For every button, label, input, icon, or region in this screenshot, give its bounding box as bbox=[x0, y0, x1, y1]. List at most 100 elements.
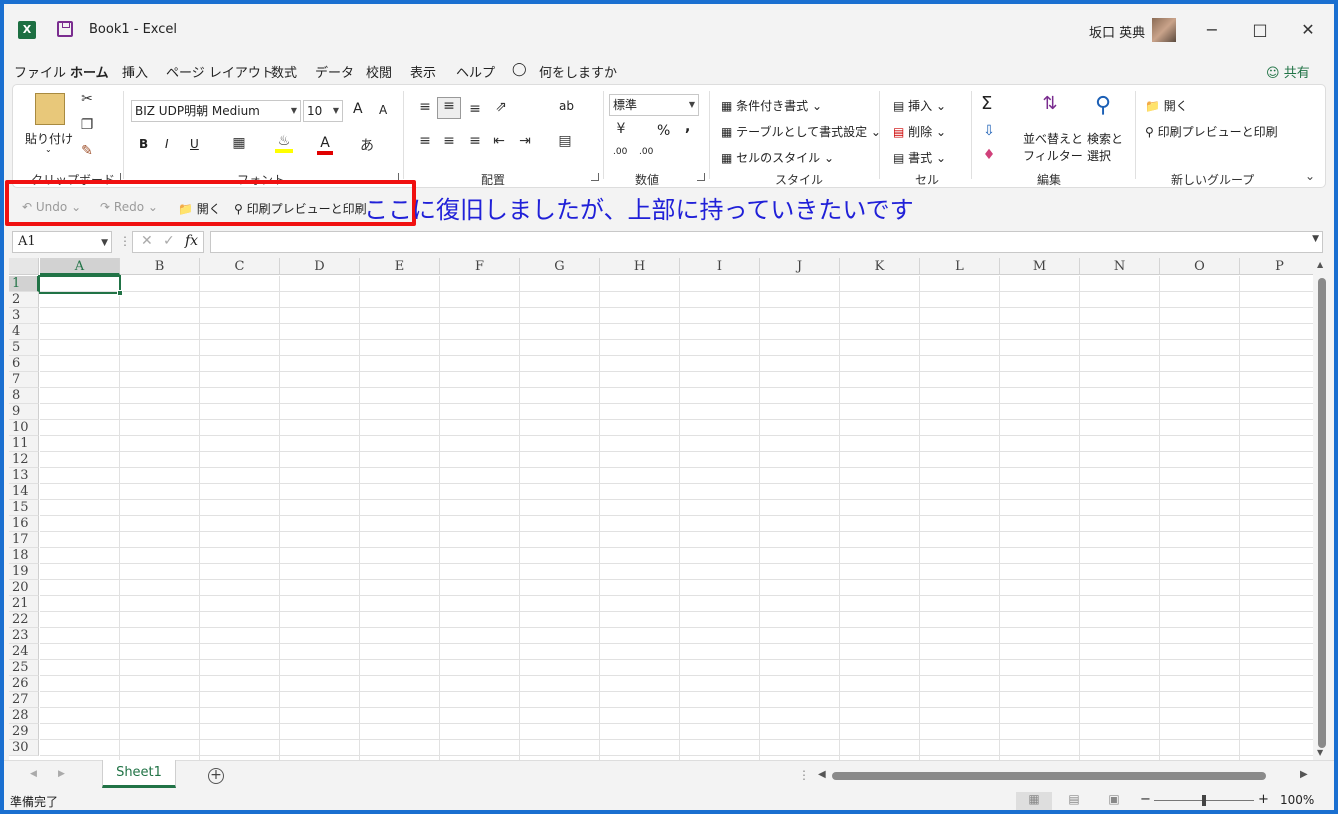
column-header-j[interactable]: J bbox=[760, 258, 840, 275]
border-icon[interactable]: ▦ bbox=[231, 135, 247, 151]
open-button[interactable]: 📁 開く bbox=[1145, 97, 1188, 114]
row-header-28[interactable]: 28 bbox=[9, 708, 39, 724]
decrease-indent-icon[interactable]: ⇤ bbox=[491, 133, 507, 149]
column-header-p[interactable]: P bbox=[1240, 258, 1313, 275]
underline-button[interactable]: U bbox=[190, 137, 199, 151]
row-header-16[interactable]: 16 bbox=[9, 516, 39, 532]
italic-button[interactable]: I bbox=[165, 137, 169, 151]
tab-file[interactable]: ファイル bbox=[14, 62, 66, 81]
row-header-15[interactable]: 15 bbox=[9, 500, 39, 516]
currency-icon[interactable]: ¥ bbox=[611, 121, 631, 137]
more-icon[interactable]: ⋮ bbox=[798, 768, 810, 782]
cancel-icon[interactable]: ✕ bbox=[141, 233, 153, 249]
collapse-ribbon-icon[interactable]: ⌄ bbox=[1305, 169, 1315, 183]
conditional-formatting-button[interactable]: ▦ 条件付き書式 ⌄ bbox=[721, 97, 822, 114]
row-header-5[interactable]: 5 bbox=[9, 340, 39, 356]
sheet-tab-sheet1[interactable]: Sheet1 bbox=[102, 760, 176, 788]
scroll-up-icon[interactable]: ▲ bbox=[1317, 260, 1323, 269]
row-header-2[interactable]: 2 bbox=[9, 292, 39, 308]
cell-area[interactable] bbox=[40, 276, 1313, 760]
comma-button[interactable]: , bbox=[685, 119, 690, 135]
tab-review[interactable]: 校閲 bbox=[366, 62, 392, 81]
wrap-text-button[interactable]: ab bbox=[559, 99, 574, 113]
add-sheet-button[interactable]: + bbox=[208, 768, 224, 784]
column-header-i[interactable]: I bbox=[680, 258, 760, 275]
paste-dropdown[interactable]: ⌄ bbox=[45, 145, 52, 154]
page-layout-view-icon[interactable]: ▤ bbox=[1056, 792, 1092, 810]
cut-icon[interactable]: ✂ bbox=[79, 91, 95, 107]
row-header-13[interactable]: 13 bbox=[9, 468, 39, 484]
page-break-view-icon[interactable]: ▣ bbox=[1096, 792, 1132, 810]
row-header-10[interactable]: 10 bbox=[9, 420, 39, 436]
horizontal-scroll-thumb[interactable] bbox=[832, 772, 1266, 780]
expand-formula-icon[interactable]: ▼ bbox=[1312, 234, 1319, 244]
prev-sheet-icon[interactable]: ◀ bbox=[30, 769, 37, 779]
copy-icon[interactable]: ❐ bbox=[79, 117, 95, 133]
column-header-b[interactable]: B bbox=[120, 258, 200, 275]
fill-down-icon[interactable]: ⇩ bbox=[981, 123, 997, 139]
delete-cells-button[interactable]: ▤ 削除 ⌄ bbox=[893, 123, 946, 140]
formula-input[interactable]: ▼ bbox=[210, 231, 1323, 253]
row-header-14[interactable]: 14 bbox=[9, 484, 39, 500]
grow-font-button[interactable]: A bbox=[353, 101, 363, 117]
row-header-20[interactable]: 20 bbox=[9, 580, 39, 596]
row-header-12[interactable]: 12 bbox=[9, 452, 39, 468]
row-header-3[interactable]: 3 bbox=[9, 308, 39, 324]
autosum-button[interactable]: Σ bbox=[981, 93, 992, 114]
font-name-select[interactable]: BIZ UDP明朝 Medium ▼ bbox=[131, 100, 301, 122]
row-header-6[interactable]: 6 bbox=[9, 356, 39, 372]
align-bottom-icon[interactable]: ≡ bbox=[467, 101, 483, 117]
insert-function-button[interactable]: fx bbox=[185, 233, 198, 249]
zoom-level[interactable]: 100% bbox=[1280, 793, 1314, 807]
decrease-decimal-button[interactable]: .00 bbox=[639, 147, 653, 157]
row-header-18[interactable]: 18 bbox=[9, 548, 39, 564]
tab-page-layout[interactable]: ページ レイアウト bbox=[166, 62, 274, 81]
format-as-table-button[interactable]: ▦ テーブルとして書式設定 ⌄ bbox=[721, 123, 881, 140]
fill-handle[interactable] bbox=[117, 290, 123, 296]
share-button[interactable]: ☺ 共有 bbox=[1266, 62, 1310, 81]
column-header-e[interactable]: E bbox=[360, 258, 440, 275]
row-header-11[interactable]: 11 bbox=[9, 436, 39, 452]
lightbulb-icon[interactable]: ◯ bbox=[512, 62, 527, 77]
row-header-30[interactable]: 30 bbox=[9, 740, 39, 756]
row-header-22[interactable]: 22 bbox=[9, 612, 39, 628]
search-icon[interactable]: ⚲ bbox=[1089, 93, 1117, 118]
tab-formulas[interactable]: 数式 bbox=[271, 62, 297, 81]
tab-view[interactable]: 表示 bbox=[410, 62, 436, 81]
percent-button[interactable]: % bbox=[657, 123, 670, 139]
enter-icon[interactable]: ✓ bbox=[163, 233, 175, 249]
column-header-d[interactable]: D bbox=[280, 258, 360, 275]
column-header-n[interactable]: N bbox=[1080, 258, 1160, 275]
row-header-29[interactable]: 29 bbox=[9, 724, 39, 740]
tell-me-search[interactable]: 何をしますか bbox=[539, 62, 617, 81]
format-cells-button[interactable]: ▤ 書式 ⌄ bbox=[893, 149, 946, 166]
minimize-button[interactable]: − bbox=[1200, 18, 1224, 42]
row-header-7[interactable]: 7 bbox=[9, 372, 39, 388]
scroll-left-icon[interactable]: ◀ bbox=[818, 769, 826, 780]
next-sheet-icon[interactable]: ▶ bbox=[58, 769, 65, 779]
tab-help[interactable]: ヘルプ bbox=[456, 62, 495, 81]
find-select-button[interactable]: 検索と 選択 bbox=[1087, 130, 1123, 164]
active-cell-a1[interactable] bbox=[38, 275, 121, 294]
row-header-23[interactable]: 23 bbox=[9, 628, 39, 644]
row-header-8[interactable]: 8 bbox=[9, 388, 39, 404]
alignment-launcher-icon[interactable] bbox=[591, 173, 599, 181]
normal-view-icon[interactable]: ▦ bbox=[1016, 792, 1052, 810]
vertical-scroll-thumb[interactable] bbox=[1318, 278, 1326, 748]
column-header-g[interactable]: G bbox=[520, 258, 600, 275]
sort-filter-button[interactable]: 並べ替えと フィルター bbox=[1023, 130, 1083, 164]
select-all-corner[interactable] bbox=[9, 258, 39, 275]
fill-color-icon[interactable]: ♨ bbox=[275, 133, 293, 153]
align-top-icon[interactable]: ≡ bbox=[417, 99, 433, 115]
bold-button[interactable]: B bbox=[139, 137, 148, 151]
row-header-26[interactable]: 26 bbox=[9, 676, 39, 692]
row-header-4[interactable]: 4 bbox=[9, 324, 39, 340]
column-header-f[interactable]: F bbox=[440, 258, 520, 275]
align-right-icon[interactable]: ≡ bbox=[467, 133, 483, 149]
row-header-24[interactable]: 24 bbox=[9, 644, 39, 660]
column-header-a[interactable]: A bbox=[40, 258, 120, 275]
column-header-o[interactable]: O bbox=[1160, 258, 1240, 275]
insert-cells-button[interactable]: ▤ 挿入 ⌄ bbox=[893, 97, 946, 114]
vertical-scrollbar[interactable]: ▲ ▼ bbox=[1314, 258, 1330, 760]
font-color-button[interactable]: A bbox=[317, 135, 333, 155]
